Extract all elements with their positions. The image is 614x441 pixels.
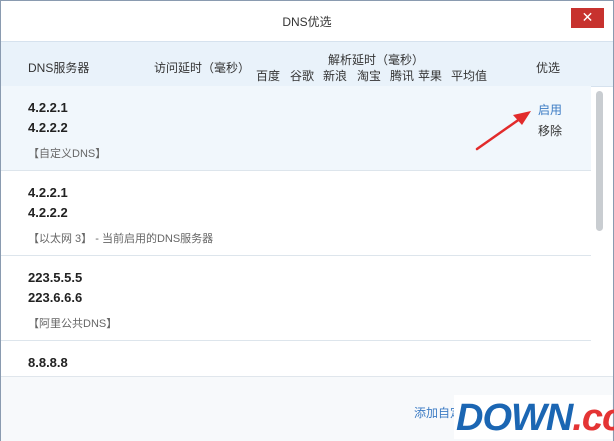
watermark-text: DOWN.cc	[456, 397, 614, 439]
watermark-logo: DOWN.cc	[454, 395, 614, 439]
annotation-arrow-icon	[475, 111, 531, 151]
